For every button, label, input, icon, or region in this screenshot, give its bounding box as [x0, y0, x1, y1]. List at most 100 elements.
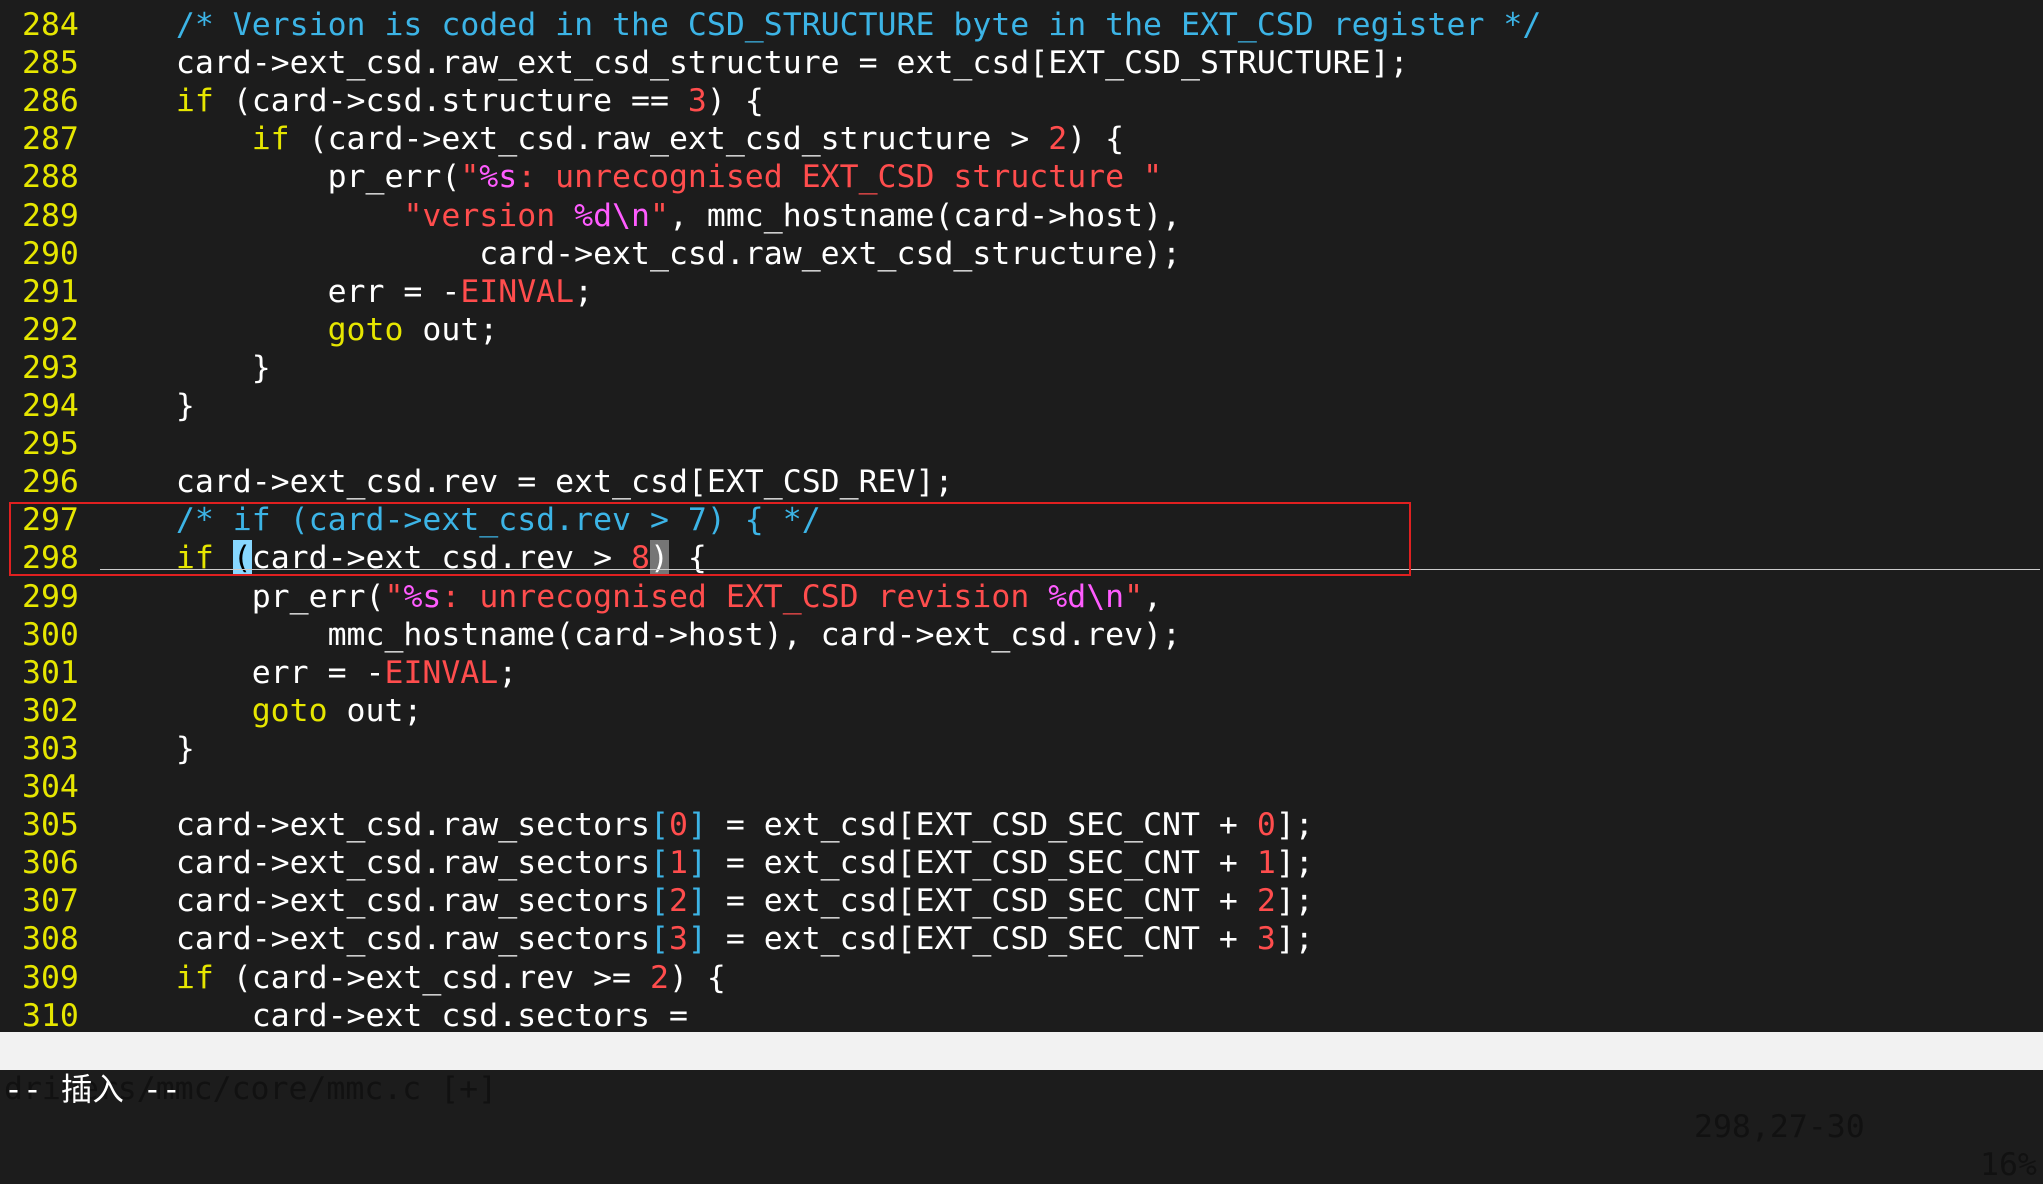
token-number: 2: [668, 883, 688, 920]
line-number: 300: [22, 616, 79, 653]
line-number: 290: [22, 235, 79, 272]
code-line[interactable]: 306 card->ext_csd.raw_sectors[1] = ext_c…: [0, 844, 2043, 882]
line-number: 305: [22, 807, 79, 844]
code-line[interactable]: 291 err = -EINVAL;: [0, 273, 2043, 311]
code-line[interactable]: 308 card->ext_csd.raw_sectors[3] = ext_c…: [0, 920, 2043, 958]
code-line[interactable]: 300 mmc_hostname(card->host), card->ext_…: [0, 616, 2043, 654]
code-text[interactable]: if (card->csd.structure == 3) {: [100, 82, 764, 120]
code-text[interactable]: /* Version is coded in the CSD_STRUCTURE…: [100, 6, 1541, 44]
token-bracket: ]: [687, 807, 707, 844]
line-number: 302: [22, 692, 79, 729]
code-line[interactable]: 294 }: [0, 387, 2043, 425]
code-text[interactable]: card->ext_csd.raw_ext_csd_structure = ex…: [100, 44, 1409, 82]
line-number: 304: [22, 769, 79, 805]
code-line[interactable]: 285 card->ext_csd.raw_ext_csd_structure …: [0, 44, 2043, 82]
token-bracket: ]: [687, 845, 707, 882]
line-number: 292: [22, 311, 79, 348]
code-line[interactable]: 286 if (card->csd.structure == 3) {: [0, 82, 2043, 120]
code-line[interactable]: 310 card->ext_csd.sectors =: [0, 997, 2043, 1035]
line-number: 309: [22, 959, 79, 996]
token-keyword: if: [251, 121, 290, 158]
code-text[interactable]: }: [100, 387, 195, 425]
token-bracket: ]: [687, 921, 707, 958]
code-line[interactable]: 284 /* Version is coded in the CSD_STRUC…: [0, 6, 2043, 44]
code-line[interactable]: 288 pr_err("%s: unrecognised EXT_CSD str…: [0, 158, 2043, 196]
code-text[interactable]: "version %d\n", mmc_hostname(card->host)…: [100, 197, 1181, 235]
code-text[interactable]: card->ext_csd.raw_sectors[1] = ext_csd[E…: [100, 844, 1314, 882]
code-text[interactable]: card->ext_csd.rev = ext_csd[EXT_CSD_REV]…: [100, 463, 954, 501]
token-text: , mmc_hostname(card->host),: [668, 197, 1181, 234]
code-line[interactable]: 299 pr_err("%s: unrecognised EXT_CSD rev…: [0, 578, 2043, 616]
code-text[interactable]: if (card->ext_csd.raw_ext_csd_structure …: [100, 120, 1124, 158]
code-text[interactable]: mmc_hostname(card->host), card->ext_csd.…: [100, 616, 1181, 654]
token-text: card->ext_csd.raw_sectors: [100, 845, 650, 882]
token-string: ": [460, 159, 480, 196]
token-bracket: [: [649, 921, 669, 958]
status-cursor-position: 298,27-30: [1694, 1109, 1865, 1145]
code-text[interactable]: goto out;: [100, 692, 423, 730]
code-text[interactable]: }: [100, 730, 195, 768]
token-format: %d\n: [574, 197, 650, 234]
token-text: card->ext_csd.raw_sectors: [100, 807, 650, 844]
code-text[interactable]: err = -EINVAL;: [100, 654, 518, 692]
code-line[interactable]: 301 err = -EINVAL;: [0, 654, 2043, 692]
code-line[interactable]: 296 card->ext_csd.rev = ext_csd[EXT_CSD_…: [0, 463, 2043, 501]
token-bracket: ]: [687, 883, 707, 920]
code-text[interactable]: card->ext_csd.raw_sectors[2] = ext_csd[E…: [100, 882, 1314, 920]
code-line[interactable]: 302 goto out;: [0, 692, 2043, 730]
token-text: mmc_hostname(card->host), card->ext_csd.…: [100, 616, 1181, 653]
token-number: 2: [1256, 883, 1276, 920]
token-text: ) {: [1067, 121, 1125, 158]
code-line[interactable]: 290 card->ext_csd.raw_ext_csd_structure)…: [0, 235, 2043, 273]
code-text[interactable]: pr_err("%s: unrecognised EXT_CSD revisio…: [100, 578, 1162, 616]
code-line[interactable]: 303 }: [0, 730, 2043, 768]
token-text: card->ext_csd.raw_sectors: [100, 921, 650, 958]
token-text: = ext_csd[EXT_CSD_SEC_CNT +: [706, 921, 1257, 958]
token-text: = ext_csd[EXT_CSD_SEC_CNT +: [706, 845, 1257, 882]
token-number: 3: [687, 83, 707, 120]
code-text[interactable]: pr_err("%s: unrecognised EXT_CSD structu…: [100, 158, 1162, 196]
code-line[interactable]: 287 if (card->ext_csd.raw_ext_csd_struct…: [0, 120, 2043, 158]
code-text[interactable]: card->ext_csd.raw_sectors[3] = ext_csd[E…: [100, 920, 1314, 958]
code-line[interactable]: 292 goto out;: [0, 311, 2043, 349]
code-line[interactable]: 309 if (card->ext_csd.rev >= 2) {: [0, 959, 2043, 997]
line-number: 289: [22, 197, 79, 234]
token-string: "version: [403, 197, 575, 234]
token-bracket: [: [649, 807, 669, 844]
annotation-highlight-box: [9, 502, 1411, 576]
code-text[interactable]: card->ext_csd.raw_ext_csd_structure);: [100, 235, 1181, 273]
code-text[interactable]: card->ext_csd.raw_sectors[0] = ext_csd[E…: [100, 806, 1314, 844]
code-line[interactable]: 305 card->ext_csd.raw_sectors[0] = ext_c…: [0, 806, 2043, 844]
token-text: ];: [1275, 883, 1314, 920]
token-text: ];: [1275, 807, 1314, 844]
line-number: 299: [22, 578, 79, 615]
token-number: 1: [1256, 845, 1276, 882]
token-string: : unrecognised EXT_CSD revision: [441, 578, 1049, 615]
code-line[interactable]: 304: [0, 768, 2043, 806]
mode-indicator: -- 插入 --: [4, 1072, 181, 1108]
code-text[interactable]: goto out;: [100, 311, 499, 349]
token-string: EINVAL: [460, 273, 575, 310]
code-text[interactable]: if (card->ext_csd.rev >= 2) {: [100, 959, 726, 997]
token-format: %s: [479, 159, 518, 196]
line-number: 301: [22, 654, 79, 691]
code-text[interactable]: }: [100, 349, 271, 387]
token-keyword: if: [175, 959, 214, 996]
code-text[interactable]: card->ext_csd.sectors =: [100, 997, 688, 1035]
token-text: (card->csd.structure ==: [213, 83, 688, 120]
token-text: }: [100, 730, 195, 767]
code-line[interactable]: 289 "version %d\n", mmc_hostname(card->h…: [0, 197, 2043, 235]
code-line[interactable]: 295: [0, 425, 2043, 463]
code-line[interactable]: 307 card->ext_csd.raw_sectors[2] = ext_c…: [0, 882, 2043, 920]
token-number: 0: [1256, 807, 1276, 844]
token-string: : unrecognised EXT_CSD structure ": [517, 159, 1163, 196]
token-text: (card->ext_csd.rev >=: [213, 959, 650, 996]
line-number: 296: [22, 464, 79, 501]
code-text[interactable]: err = -EINVAL;: [100, 273, 594, 311]
token-number: 3: [1256, 921, 1276, 958]
code-line[interactable]: 293 }: [0, 349, 2043, 387]
token-text: = ext_csd[EXT_CSD_SEC_CNT +: [706, 807, 1257, 844]
token-text: out;: [327, 692, 423, 729]
